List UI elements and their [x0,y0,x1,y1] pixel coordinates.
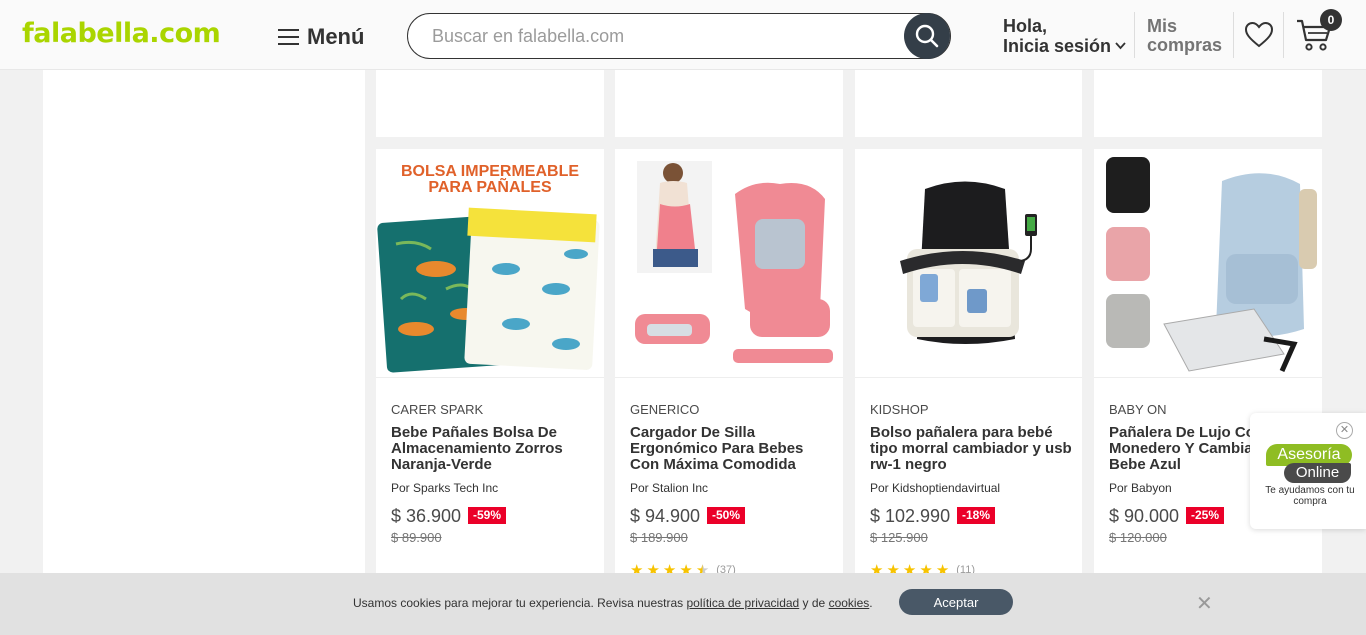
product-price: $ 102.990 [870,506,951,526]
discount-badge: -25% [1186,507,1225,524]
header-divider [1134,12,1135,58]
product-old-price: $ 89.900 [391,530,442,545]
product-title[interactable]: Bolso pañalera para bebé tipo morral cam… [870,425,1075,473]
product-image[interactable] [615,149,843,378]
product-brand: BABY ON [1109,402,1167,417]
account-greeting: Hola, [1003,16,1048,36]
product-card-partial[interactable] [615,70,843,137]
my-purchases-link[interactable]: Mis compras [1147,17,1222,55]
hamburger-icon [278,28,299,46]
product-card-partial[interactable] [376,70,604,137]
product-price: $ 94.900 [630,506,701,526]
menu-button[interactable]: Menú [278,24,364,50]
product-image[interactable] [1094,149,1322,378]
product-image[interactable] [855,149,1082,378]
image-caption: BOLSA IMPERMEABLE [401,163,579,180]
cookie-text: y de [799,596,829,610]
product-brand: KIDSHOP [870,402,929,417]
heart-icon [1244,21,1274,48]
chat-bubble-label: Online [1284,463,1351,483]
account-menu[interactable]: Hola, Inicia sesión [1003,16,1126,56]
accept-cookies-button[interactable]: Aceptar [899,589,1013,615]
close-cookie-icon[interactable]: ✕ [1196,591,1213,616]
search-button[interactable] [904,13,950,59]
discount-badge: -59% [468,507,507,524]
product-title[interactable]: Cargador De Silla Ergonómico Para Bebes … [630,425,835,473]
product-price: $ 36.900 [391,506,462,526]
close-chat-button[interactable]: ✕ [1336,422,1353,439]
product-brand: GENERICO [630,402,700,417]
cookie-text: . [869,596,873,610]
purchases-line2: compras [1147,35,1223,55]
cookie-text: Usamos cookies para mejorar tu experienc… [353,596,687,610]
discount-badge: -18% [957,507,996,524]
filters-sidebar [43,70,365,590]
product-old-price: $ 125.900 [870,530,928,545]
product-title[interactable]: Bebe Pañales Bolsa De Almacenamiento Zor… [391,425,596,473]
product-image[interactable]: BOLSA IMPERMEABLE PARA PAÑALES [376,149,604,378]
product-seller: Por Stalion Inc [630,481,709,495]
cookies-link[interactable]: cookies [829,596,870,610]
image-caption: PARA PAÑALES [428,176,552,196]
product-seller: Por Kidshoptiendavirtual [870,481,1001,495]
header: falabella.com Menú Hola, Inicia sesión M… [0,0,1366,70]
product-seller: Por Sparks Tech Inc [391,481,499,495]
chat-subtitle: Te ayudamos con tu compra [1265,485,1355,507]
product-card-partial[interactable] [1094,70,1322,137]
cart-count-badge: 0 [1320,9,1342,31]
online-assistance-widget[interactable]: ✕ Asesoría Online Te ayudamos con tu com… [1250,413,1366,529]
purchases-line1: Mis [1147,16,1178,36]
search-icon [915,24,939,48]
product-card[interactable]: GENERICO Cargador De Silla Ergonómico Pa… [615,149,843,589]
product-seller: Por Babyon [1109,481,1172,495]
product-old-price: $ 120.000 [1109,530,1167,545]
cookie-message: Usamos cookies para mejorar tu experienc… [353,596,873,610]
search-bar [407,13,951,59]
menu-label: Menú [307,24,365,49]
header-divider [1233,12,1234,58]
product-old-price: $ 189.900 [630,530,688,545]
falabella-logo[interactable]: falabella.com [22,18,221,49]
privacy-policy-link[interactable]: política de privacidad [686,596,799,610]
wishlist-button[interactable] [1244,21,1274,53]
discount-badge: -50% [707,507,746,524]
product-brand: CARER SPARK [391,402,484,417]
cookie-banner: Usamos cookies para mejorar tu experienc… [0,573,1366,635]
product-price: $ 90.000 [1109,506,1180,526]
header-divider [1283,12,1284,58]
chevron-down-icon [1115,42,1126,50]
product-card[interactable]: BOLSA IMPERMEABLE PARA PAÑALES CARER SPA… [376,149,604,589]
product-card-partial[interactable] [855,70,1082,137]
search-input[interactable] [432,23,892,49]
product-card[interactable]: KIDSHOP Bolso pañalera para bebé tipo mo… [855,149,1082,589]
login-label: Inicia sesión [1003,36,1112,56]
